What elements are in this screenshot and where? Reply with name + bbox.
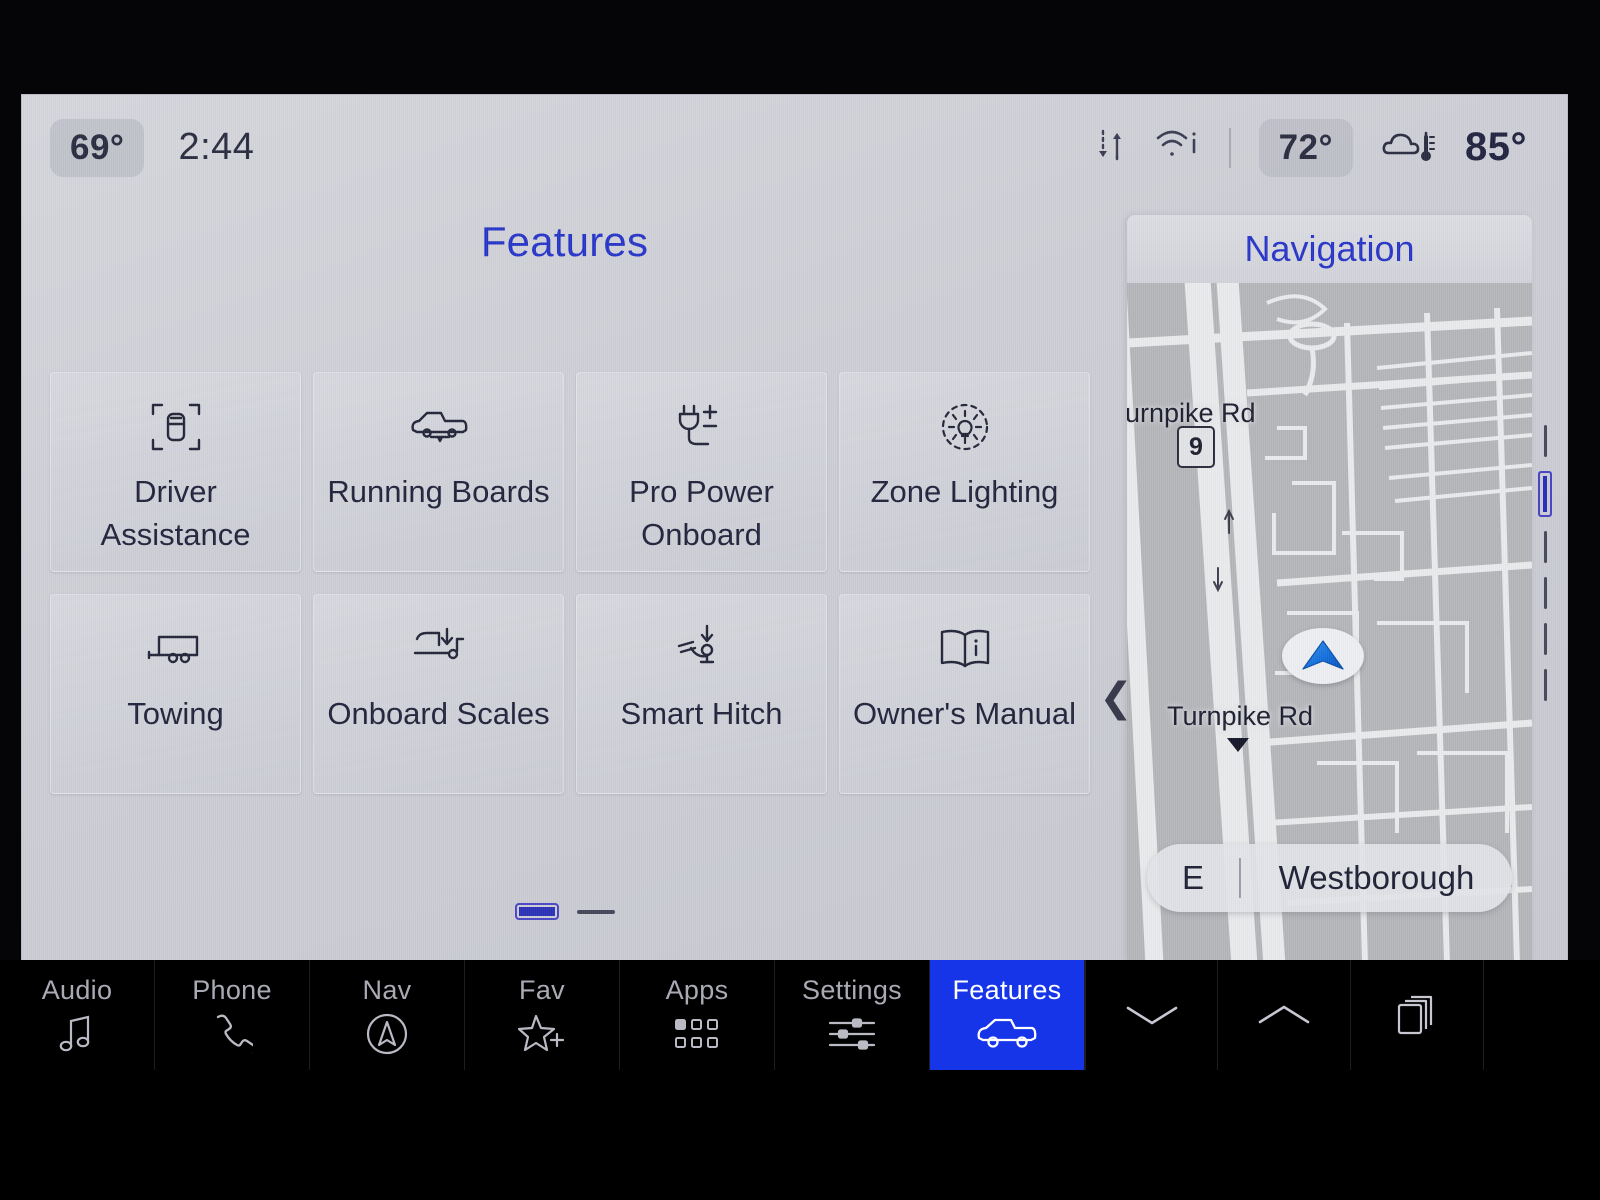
tab-strip: Audio Phone Nav Fav Apps Settings Featur… [0, 960, 1085, 1070]
status-divider [1228, 127, 1231, 168]
zone-light-icon [939, 399, 991, 455]
climate-temperature-pill[interactable]: 72° [1258, 118, 1353, 177]
tile-label: Running Boards [327, 474, 550, 509]
map-road-label-top: urnpike Rd [1127, 398, 1256, 428]
map-canvas[interactable]: urnpike Rd 9 Turnpike Rd E Westborough [1127, 283, 1532, 960]
data-transfer-icon [1093, 125, 1127, 170]
rail-dash [1543, 425, 1547, 457]
features-tile-grid: Driver Assistance Running Boards Pro Pow… [50, 372, 1090, 794]
sliders-icon [827, 1012, 877, 1056]
tab-label: Settings [802, 974, 902, 1005]
power-plug-icon [674, 399, 730, 455]
status-bar: 69° 2:44 72° 85° [22, 95, 1567, 200]
tile-owners-manual[interactable]: Owner's Manual [839, 594, 1090, 794]
destination-name: Westborough [1278, 859, 1475, 896]
compass-arrow-icon [365, 1012, 409, 1056]
rail-dash-active[interactable] [1538, 471, 1552, 517]
clock: 2:44 [178, 126, 255, 168]
outside-temperature: 85° [1465, 125, 1527, 169]
tab-label: Apps [665, 974, 729, 1005]
tile-pro-power-onboard[interactable]: Pro Power Onboard [576, 372, 827, 572]
music-note-icon [57, 1012, 97, 1056]
chevron-left-icon[interactable]: ❮ [1099, 675, 1133, 721]
stacked-windows-icon[interactable] [1351, 960, 1484, 1070]
vehicle-position-arrow-icon [1282, 628, 1364, 684]
chevron-down-icon[interactable] [1085, 960, 1218, 1070]
bottom-nav-bar: Audio Phone Nav Fav Apps Settings Featur… [0, 960, 1600, 1200]
page-scroll-rail[interactable] [1538, 425, 1552, 845]
features-pane: Features Driver Assistance Running Board… [22, 200, 1107, 960]
tile-driver-assistance[interactable]: Driver Assistance [50, 372, 301, 572]
tile-label: Onboard Scales [327, 696, 550, 731]
tile-zone-lighting[interactable]: Zone Lighting [839, 372, 1090, 572]
cabin-temperature-pill[interactable]: 69° [50, 118, 145, 177]
tab-settings[interactable]: Settings [775, 960, 930, 1070]
map-road-label-bottom: Turnpike Rd [1167, 701, 1314, 731]
trailer-icon [145, 621, 207, 677]
cloud-thermometer-icon [1381, 123, 1437, 172]
tab-apps[interactable]: Apps [620, 960, 775, 1070]
page-indicator [22, 903, 1107, 920]
truck-icon [975, 1012, 1039, 1056]
page-dot-inactive[interactable] [576, 909, 615, 914]
tab-nav[interactable]: Nav [310, 960, 465, 1070]
page-dot-active[interactable] [514, 903, 559, 920]
smart-hitch-icon [673, 621, 731, 677]
tile-smart-hitch[interactable]: Smart Hitch [576, 594, 827, 794]
tile-label: Zone Lighting [870, 474, 1059, 509]
app-grid-icon [674, 1012, 720, 1056]
rail-dash [1543, 623, 1547, 655]
rail-dash [1543, 531, 1547, 563]
page-title: Features [480, 218, 649, 265]
tab-label: Audio [41, 974, 113, 1005]
highway-shield: 9 [1177, 426, 1215, 468]
tab-features[interactable]: Features [930, 960, 1085, 1070]
tile-label: Towing [127, 696, 224, 731]
car-brackets-icon [149, 399, 203, 455]
destination-direction: E [1181, 859, 1204, 896]
open-book-info-icon [936, 621, 994, 677]
truck-running-boards-icon [407, 399, 471, 455]
device-bezel: 69° 2:44 72° 85° Features Driver Assista… [0, 0, 1600, 1200]
tab-label: Phone [192, 974, 272, 1005]
map-marker-bottom [1227, 738, 1249, 752]
tile-label: Owner's Manual [852, 696, 1076, 731]
tab-label: Features [952, 974, 1062, 1005]
wifi-info-icon [1155, 126, 1201, 169]
destination-pill[interactable]: E Westborough [1147, 844, 1512, 912]
system-button-group [1085, 960, 1484, 1070]
tile-label: Pro Power Onboard [629, 474, 774, 552]
star-plus-icon [518, 1012, 566, 1056]
tile-onboard-scales[interactable]: Onboard Scales [313, 594, 564, 794]
tab-phone[interactable]: Phone [155, 960, 310, 1070]
status-bar-right-group: 72° 85° [1093, 118, 1527, 177]
rail-dash [1543, 669, 1547, 701]
navigation-card[interactable]: Navigation urnpike Rd 9 Turnpike Rd E We… [1127, 215, 1532, 960]
tab-fav[interactable]: Fav [465, 960, 620, 1070]
infotainment-display: 69° 2:44 72° 85° Features Driver Assista… [22, 95, 1567, 960]
rail-dash [1543, 577, 1547, 609]
chevron-up-icon[interactable] [1218, 960, 1351, 1070]
tile-label: Smart Hitch [620, 696, 783, 731]
tile-running-boards[interactable]: Running Boards [313, 372, 564, 572]
navigation-title: Navigation [1127, 215, 1532, 283]
tab-label: Fav [519, 974, 565, 1005]
tile-towing[interactable]: Towing [50, 594, 301, 794]
phone-handset-icon [211, 1012, 253, 1056]
scales-truck-icon [409, 621, 469, 677]
tab-label: Nav [362, 974, 412, 1005]
tile-label: Driver Assistance [100, 474, 251, 552]
tab-audio[interactable]: Audio [0, 960, 155, 1070]
